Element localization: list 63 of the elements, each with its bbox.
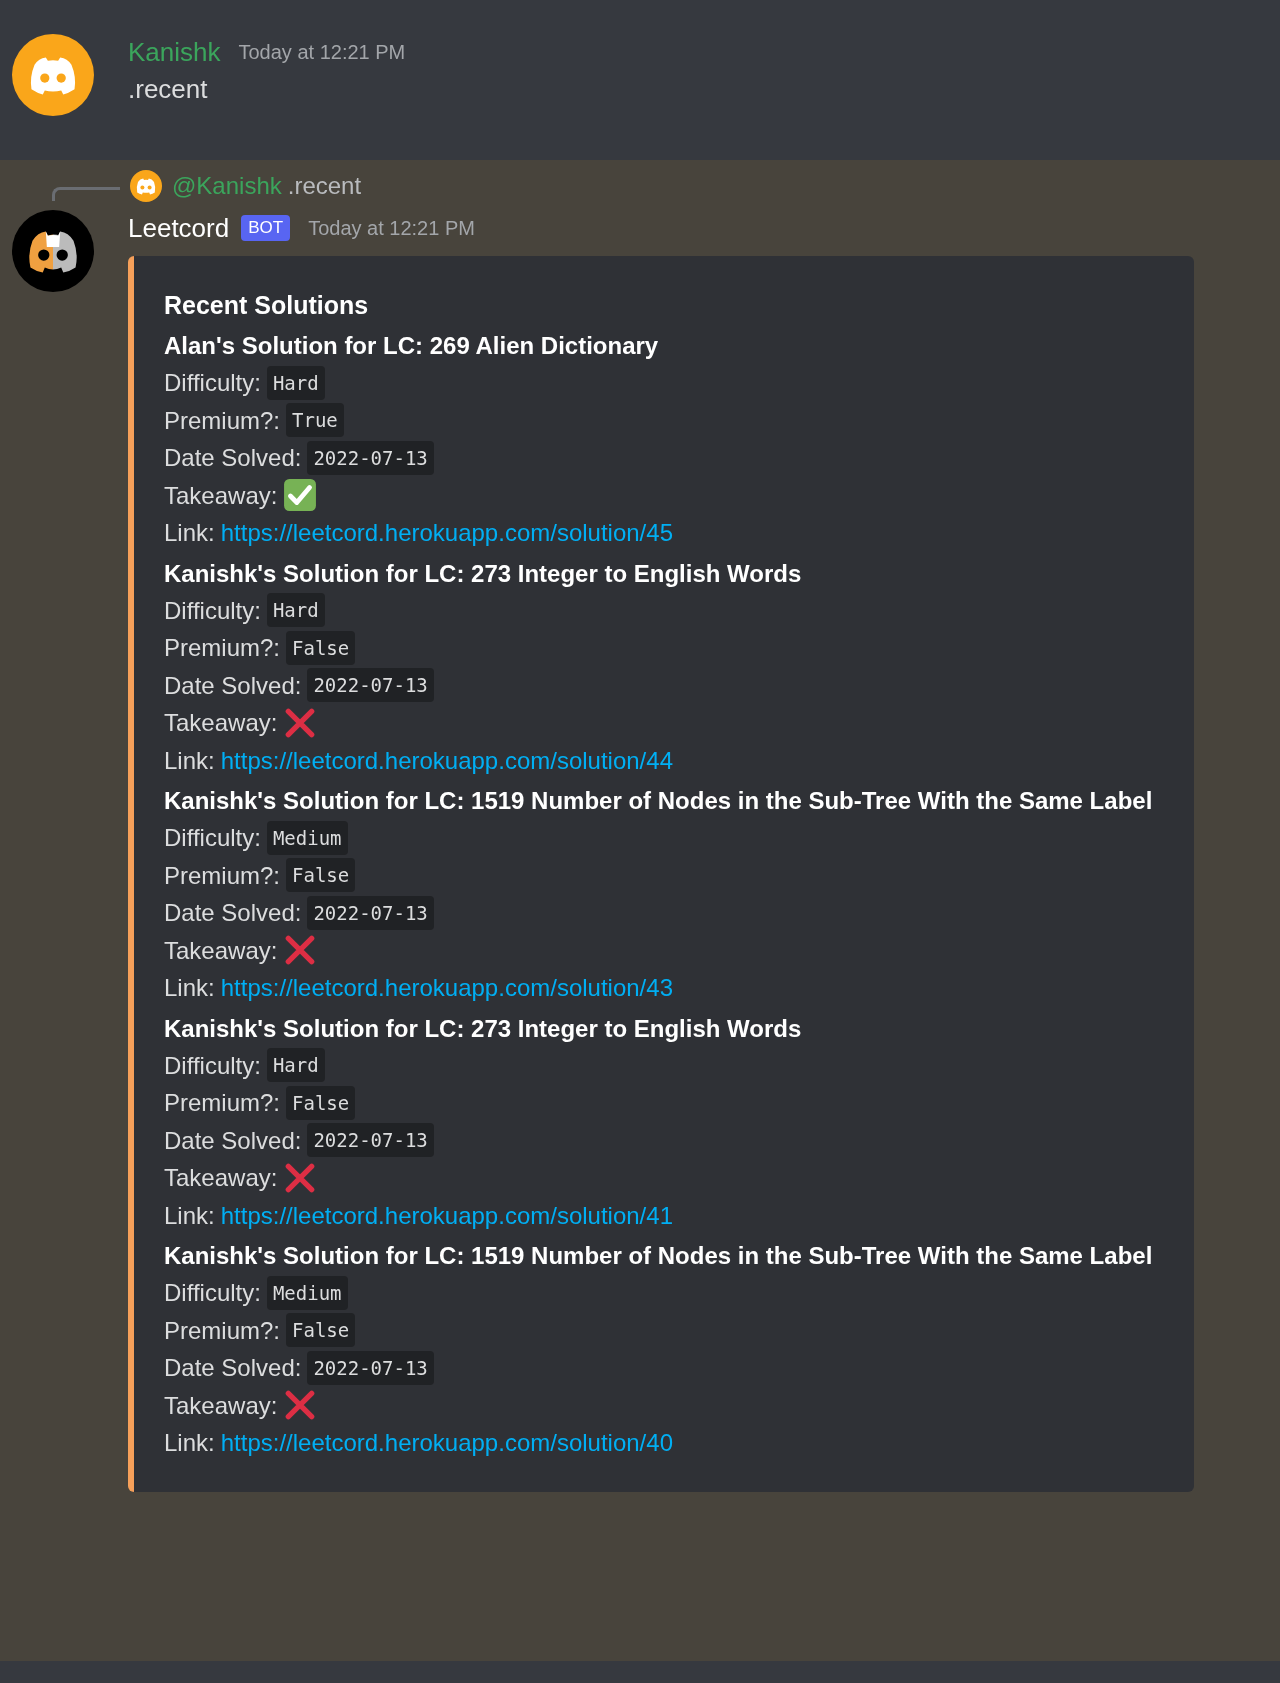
field-value: True	[286, 403, 344, 438]
solution-title: Kanishk's Solution for LC: 273 Integer to English Words	[164, 558, 803, 589]
field-label: Difficulty:	[164, 368, 261, 398]
solution-link[interactable]: https://leetcord.herokuapp.com/solution/41	[220, 1196, 673, 1234]
author-name[interactable]: Kanishk	[128, 36, 221, 68]
field-label: Premium?:	[164, 1315, 281, 1346]
reply-text[interactable]: .recent	[287, 172, 362, 200]
field-label: Takeaway:	[164, 1163, 278, 1193]
field-value: 2022-07-13	[307, 1123, 434, 1158]
field-value: 2022-07-13	[307, 1350, 434, 1385]
field-label: Takeaway:	[164, 708, 278, 738]
field-label: Difficulty:	[164, 1050, 261, 1081]
timestamp: Today at 12:21 PM	[308, 216, 475, 240]
avatar-icon[interactable]	[130, 170, 162, 202]
message-text: .recent	[128, 74, 209, 105]
field-label: Premium?:	[164, 405, 281, 436]
field-label: Date Solved:	[164, 1353, 302, 1383]
field-label: Takeaway:	[164, 935, 278, 966]
field-value: 2022-07-13	[307, 668, 434, 703]
field-label: Link:	[164, 1200, 215, 1231]
field-label: Premium?:	[164, 1088, 281, 1118]
timestamp: Today at 12:21 PM	[238, 40, 406, 64]
reply-connector	[52, 187, 120, 201]
reply-mention[interactable]: @Kanishk	[172, 172, 282, 200]
field-value: False	[286, 630, 356, 665]
field-value: False	[286, 858, 356, 893]
solution-link[interactable]: https://leetcord.herokuapp.com/solution/43	[220, 969, 673, 1007]
field-value: 2022-07-13	[307, 895, 434, 930]
bot-avatar-icon[interactable]	[12, 210, 94, 292]
field-label: Date Solved:	[164, 670, 302, 701]
solution-link[interactable]: https://leetcord.herokuapp.com/solution/44	[220, 741, 673, 779]
field-value: Hard	[266, 365, 325, 400]
field-value: Medium	[266, 1275, 348, 1310]
solution-title: Kanishk's Solution for LC: 1519 Number of Nodes in the Sub-Tree With the Same Label	[164, 786, 1154, 816]
field-label: Link:	[164, 973, 215, 1003]
avatar-icon[interactable]	[12, 34, 94, 116]
field-value: False	[286, 1085, 356, 1120]
field-value: Hard	[266, 1048, 325, 1083]
field-value: False	[286, 1313, 356, 1348]
embed-title: Recent Solutions	[164, 290, 370, 321]
field-label: Difficulty:	[164, 1278, 261, 1308]
field-label: Premium?:	[164, 633, 281, 663]
author-name[interactable]: Leetcord	[128, 212, 230, 244]
field-label: Difficulty:	[164, 595, 261, 626]
field-label: Takeaway:	[164, 480, 278, 511]
field-value: 2022-07-13	[307, 440, 434, 475]
field-label: Date Solved:	[164, 898, 302, 928]
solution-title: Kanishk's Solution for LC: 273 Integer to English Words	[164, 1013, 803, 1044]
field-label: Link:	[164, 745, 215, 776]
field-label: Difficulty:	[164, 823, 261, 853]
field-label: Link:	[164, 518, 215, 548]
field-value: Medium	[266, 820, 348, 855]
field-label: Date Solved:	[164, 1125, 302, 1156]
bot-badge: BOT	[241, 215, 291, 241]
solution-link[interactable]: https://leetcord.herokuapp.com/solution/40	[220, 1424, 673, 1462]
solution-title: Kanishk's Solution for LC: 1519 Number of Nodes in the Sub-Tree With the Same Label	[164, 1241, 1154, 1271]
field-label: Link:	[164, 1428, 215, 1458]
field-label: Takeaway:	[164, 1390, 278, 1421]
solution-title: Alan's Solution for LC: 269 Alien Dictionary	[164, 331, 660, 361]
field-label: Date Solved:	[164, 443, 302, 473]
field-value: Hard	[266, 593, 325, 628]
field-label: Premium?:	[164, 860, 281, 891]
solution-link[interactable]: https://leetcord.herokuapp.com/solution/45	[220, 514, 673, 552]
